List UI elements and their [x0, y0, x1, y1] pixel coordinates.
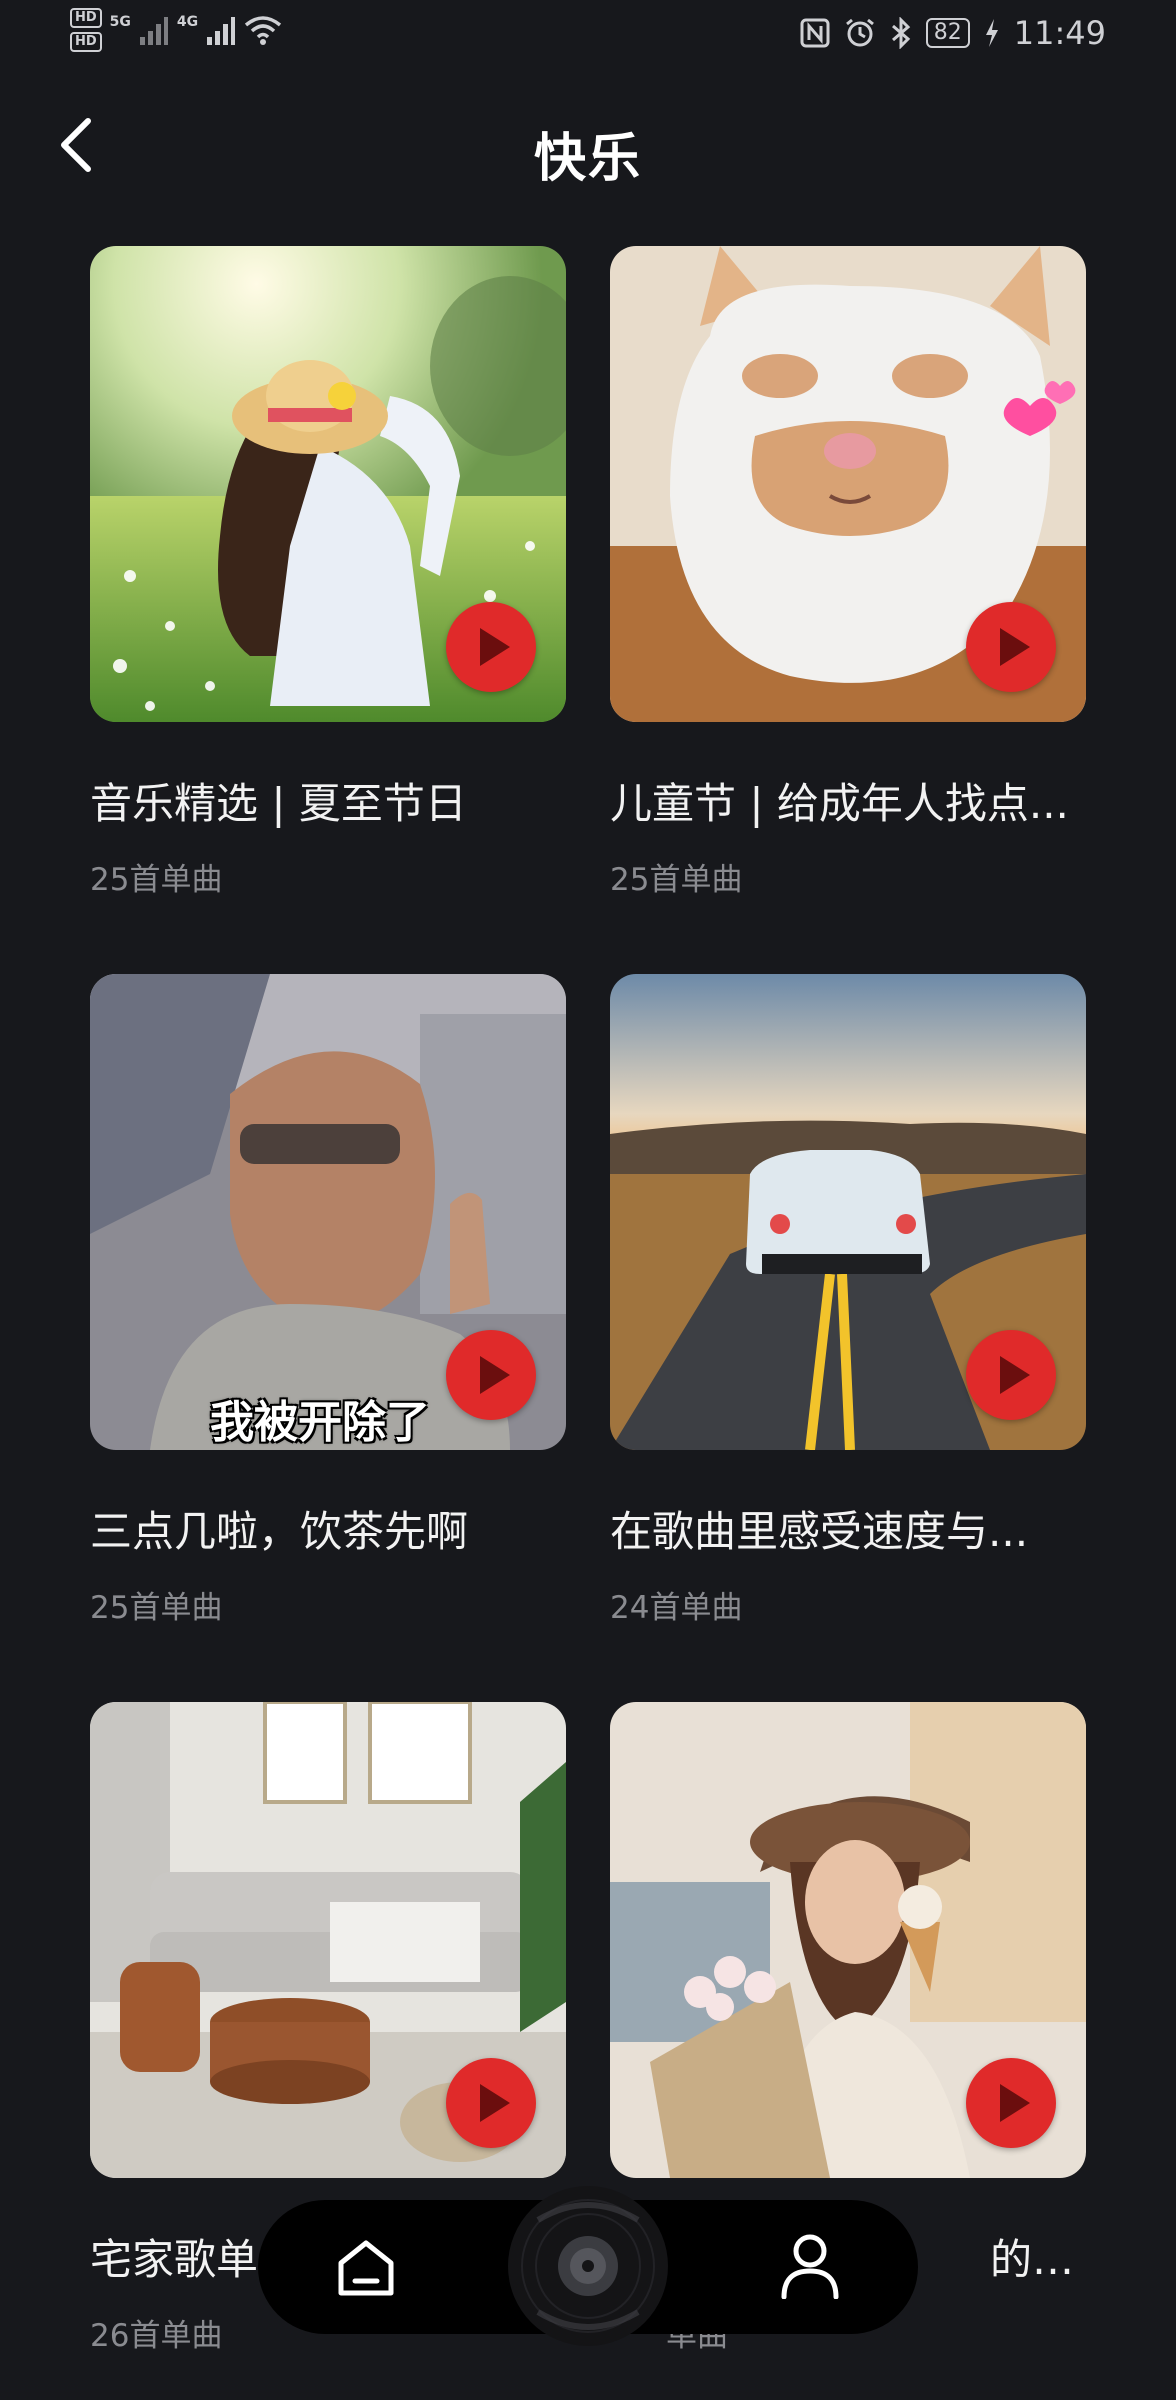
charging-icon [985, 19, 998, 47]
playlist-cover[interactable] [610, 1702, 1086, 2178]
play-button[interactable] [966, 602, 1056, 692]
play-button[interactable] [966, 2058, 1056, 2148]
playlist-title: 的地... [990, 2235, 1086, 2284]
playlist-track-count: 26首单曲 [90, 2318, 223, 2354]
signal-label-5g: 5G [109, 14, 131, 30]
wifi-icon [245, 16, 282, 45]
status-bar: HD HD 5G 4G 82 11:49 [0, 0, 1176, 70]
playlist-cover[interactable] [90, 246, 566, 722]
playlist-title: 儿童节 | 给成年人找点... [610, 779, 1069, 828]
hd-badges: HD HD [70, 8, 102, 52]
playlist-track-count: 24首单曲 [610, 1590, 743, 1626]
nav-profile-button[interactable] [772, 2228, 848, 2304]
nfc-icon [800, 18, 830, 48]
playlist-track-count: 25首单曲 [90, 862, 223, 898]
playlist-title: 三点几啦，饮茶先啊 [90, 1507, 469, 1556]
play-icon [480, 2084, 510, 2122]
playlist-track-count: 25首单曲 [610, 862, 743, 898]
playlist-title: 音乐精选 | 夏至节日 [90, 779, 467, 828]
play-button[interactable] [446, 2058, 536, 2148]
playlist-cover[interactable] [90, 1702, 566, 2178]
alarm-icon [845, 18, 874, 47]
signal-bars-icon [139, 17, 168, 45]
playlist-cover[interactable]: 我被开除了 [90, 974, 566, 1450]
play-button[interactable] [446, 602, 536, 692]
play-icon [480, 1356, 510, 1394]
signal-bars-icon [207, 17, 236, 45]
play-icon [480, 628, 510, 666]
playlist-title: 在歌曲里感受速度与... [610, 1507, 1029, 1556]
nav-home-button[interactable] [328, 2230, 404, 2306]
profile-icon [781, 2234, 839, 2299]
playlist-card[interactable]: 我被开除了 三点几啦，饮茶先啊 25首单曲 [90, 974, 566, 1702]
playlist-category-screen: HD HD 5G 4G 82 11:49 快乐 音乐精选 | 夏至节日 25首单… [0, 0, 1176, 2400]
battery-level: 82 [925, 18, 970, 48]
home-icon [338, 2240, 394, 2296]
playlist-cover[interactable] [610, 246, 1086, 722]
play-icon [1000, 628, 1030, 666]
cover-caption: 我被开除了 [210, 1397, 430, 1448]
playlist-grid: 音乐精选 | 夏至节日 25首单曲 儿童节 | 给成年人找点... 25首单曲 … [90, 246, 1086, 2400]
play-button[interactable] [446, 1330, 536, 1420]
hd-badge: HD [70, 32, 102, 52]
playlist-card[interactable]: 儿童节 | 给成年人找点... 25首单曲 [610, 246, 1086, 974]
header: 快乐 [0, 100, 1176, 190]
now-playing-vinyl-button[interactable] [508, 2180, 668, 2350]
hd-badge: HD [70, 8, 102, 28]
playlist-card[interactable]: 在歌曲里感受速度与... 24首单曲 [610, 974, 1086, 1702]
play-icon [1000, 1356, 1030, 1394]
playlist-card[interactable]: 音乐精选 | 夏至节日 25首单曲 [90, 246, 566, 974]
play-button[interactable] [966, 1330, 1056, 1420]
status-time: 11:49 [1013, 14, 1106, 52]
signal-label-4g: 4G [176, 14, 199, 30]
bluetooth-icon [891, 17, 910, 49]
status-left: HD HD 5G 4G [70, 8, 282, 52]
vinyl-record-icon [508, 2186, 668, 2346]
play-icon [1000, 2084, 1030, 2122]
status-right: 82 11:49 [800, 14, 1106, 52]
playlist-cover[interactable] [610, 974, 1086, 1450]
page-title: 快乐 [533, 129, 642, 189]
playlist-track-count: 25首单曲 [90, 1590, 223, 1626]
